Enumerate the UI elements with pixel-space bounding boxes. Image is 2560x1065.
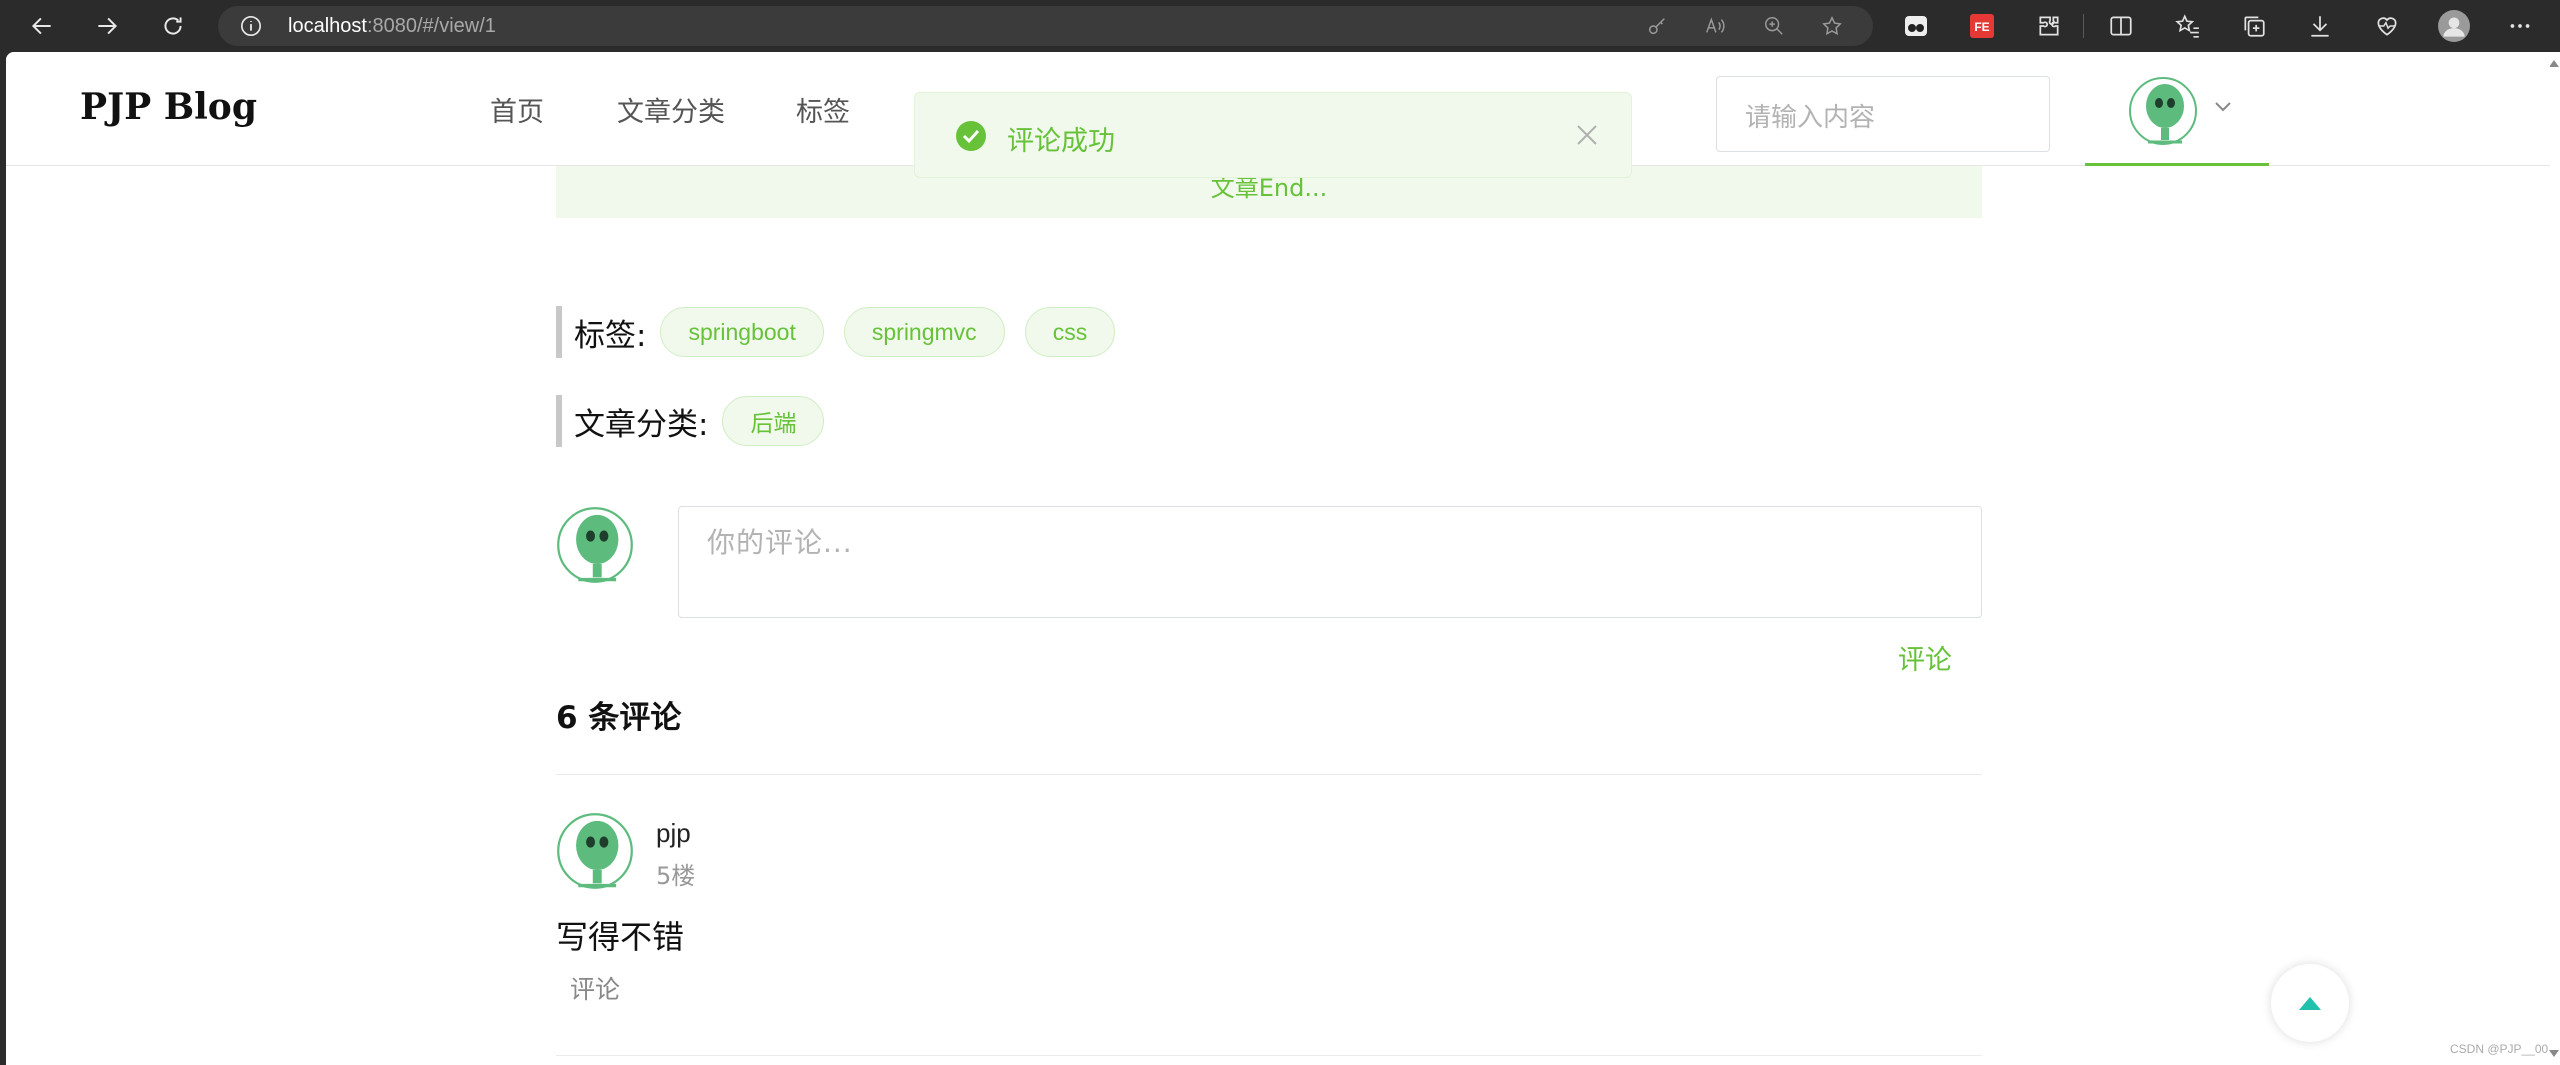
nav-home[interactable]: 首页 <box>490 90 544 129</box>
url-text[interactable]: localhost:8080/#/view/1 <box>288 15 496 38</box>
comment-form-avatar <box>556 506 634 588</box>
user-menu[interactable] <box>2085 52 2269 166</box>
info-icon[interactable] <box>240 15 262 37</box>
robot-avatar-icon <box>2129 77 2197 145</box>
divider <box>556 774 1982 775</box>
toolbar-separator <box>2083 14 2084 38</box>
user-avatar[interactable] <box>2128 76 2198 150</box>
caret-up-icon <box>2299 996 2321 1010</box>
category-backend[interactable]: 后端 <box>722 396 825 446</box>
chevron-down-icon[interactable] <box>2213 100 2233 114</box>
comment-count-title: 6 条评论 <box>556 700 682 736</box>
forward-arrow-icon <box>98 17 118 35</box>
key-icon[interactable] <box>1646 15 1668 37</box>
zoom-icon[interactable] <box>1763 15 1785 37</box>
nav-tags[interactable]: 标签 <box>796 90 850 129</box>
close-icon[interactable] <box>1573 121 1601 149</box>
page-scrollbar[interactable] <box>2550 52 2560 1065</box>
url-path: :8080/#/view/1 <box>366 15 496 37</box>
extensions-puzzle-icon[interactable] <box>2033 10 2065 42</box>
profile-avatar-icon[interactable] <box>2438 10 2470 42</box>
favorite-star-icon[interactable] <box>1821 15 1843 37</box>
back-button[interactable] <box>22 6 62 46</box>
submit-comment-button[interactable]: 评论 <box>1898 638 1952 677</box>
reload-icon <box>164 17 182 35</box>
reload-button[interactable] <box>153 6 193 46</box>
category-label: 文章分类: <box>574 406 709 443</box>
scroll-down-arrow-icon[interactable] <box>2549 1050 2559 1057</box>
comment-textarea[interactable]: 你的评论... <box>678 506 1982 618</box>
nav-categories[interactable]: 文章分类 <box>617 90 725 129</box>
category-accent-bar <box>556 395 562 447</box>
success-check-icon <box>956 121 986 151</box>
tag-css[interactable]: css <box>1024 307 1116 357</box>
success-toast: 评论成功 <box>914 92 1632 178</box>
tags-label: 标签: <box>574 317 647 354</box>
performance-heart-icon[interactable] <box>2371 10 2403 42</box>
comment-reply-button[interactable]: 评论 <box>570 970 620 1006</box>
comment-avatar <box>556 812 634 894</box>
more-menu-icon[interactable] <box>2504 10 2536 42</box>
scroll-up-arrow-icon[interactable] <box>2549 60 2559 67</box>
comment-floor: 5楼 <box>656 862 696 890</box>
extension-fe-icon[interactable]: FE <box>1966 10 1998 42</box>
tag-springmvc[interactable]: springmvc <box>843 307 1005 357</box>
tags-accent-bar <box>556 306 562 358</box>
url-host: localhost <box>288 15 367 37</box>
watermark: CSDN @PJP__00 <box>2450 1042 2549 1056</box>
robot-avatar-icon <box>557 813 633 889</box>
page-viewport: PJP Blog 首页 文章分类 标签 请输入内容 评论成功 文章End... … <box>6 52 2550 1065</box>
browser-toolbar: localhost:8080/#/view/1 FE <box>0 0 2560 52</box>
tag-springboot[interactable]: springboot <box>660 307 824 357</box>
split-screen-icon[interactable] <box>2105 10 2137 42</box>
comment-username: pjp <box>656 818 691 848</box>
divider <box>556 1055 1982 1056</box>
tags-row: 标签: springboot springmvc css <box>556 305 1135 359</box>
category-row: 文章分类: 后端 <box>556 394 844 448</box>
toast-message: 评论成功 <box>1007 126 1115 157</box>
site-logo[interactable]: PJP Blog <box>80 86 257 128</box>
back-to-top-button[interactable] <box>2271 964 2349 1042</box>
back-arrow-icon <box>31 17 51 35</box>
search-input[interactable]: 请输入内容 <box>1716 76 2050 152</box>
collections-icon[interactable] <box>2238 10 2270 42</box>
read-aloud-icon[interactable] <box>1704 15 1726 37</box>
comment-content: 写得不错 <box>556 918 685 956</box>
address-bar[interactable]: localhost:8080/#/view/1 <box>218 6 1873 46</box>
forward-button[interactable] <box>87 6 127 46</box>
downloads-icon[interactable] <box>2304 10 2336 42</box>
robot-avatar-icon <box>557 507 633 583</box>
favorites-list-icon[interactable] <box>2172 10 2204 42</box>
extension-glasses-icon[interactable] <box>1900 10 1932 42</box>
svg-text:FE: FE <box>1974 20 1989 34</box>
